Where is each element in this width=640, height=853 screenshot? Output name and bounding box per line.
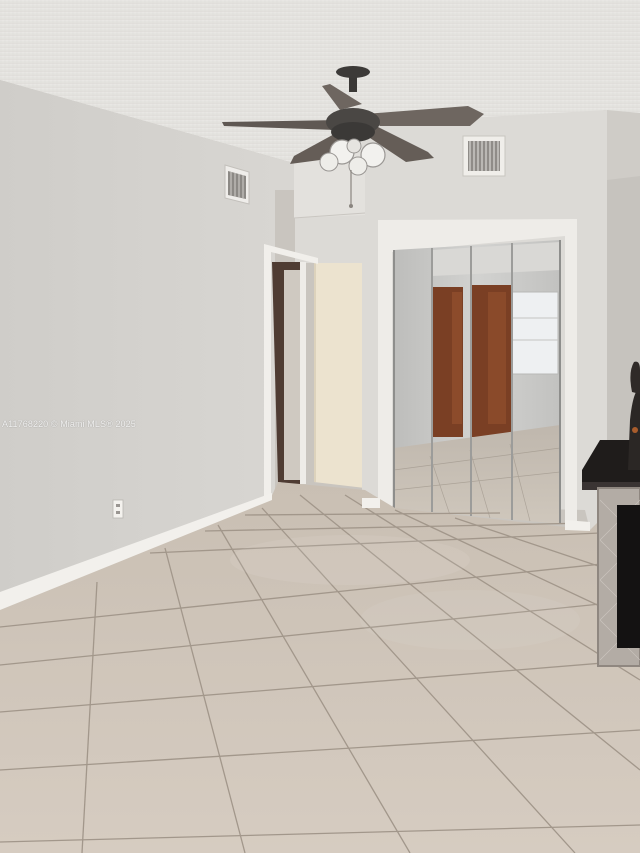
- room-photo: A11768220 © Miami MLS® 2025: [0, 0, 640, 853]
- baseboard-back: [362, 498, 380, 508]
- air-vent-icon: [462, 135, 506, 177]
- hallway-side-wall: [284, 270, 302, 480]
- watermark-text: A11768220 © Miami MLS® 2025: [2, 419, 136, 429]
- outlet-icon: [112, 499, 124, 519]
- reflected-window: [511, 291, 559, 375]
- air-vent-icon: [224, 164, 250, 205]
- interior-door: [314, 263, 365, 488]
